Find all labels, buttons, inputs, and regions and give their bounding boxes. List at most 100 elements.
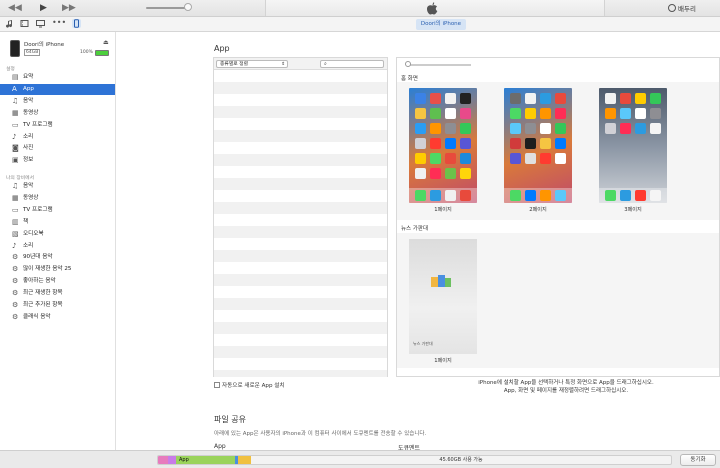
settings-item[interactable]: ♪ 소리 [0, 132, 115, 143]
app-icon[interactable] [510, 93, 521, 104]
app-icon[interactable] [605, 108, 616, 119]
app-icon[interactable] [510, 138, 521, 149]
app-icon[interactable] [540, 93, 551, 104]
settings-item[interactable]: ▣ 정보 [0, 155, 115, 166]
app-icon[interactable] [555, 93, 566, 104]
app-icon[interactable] [555, 123, 566, 134]
dock-app-icon[interactable] [510, 190, 521, 201]
app-icon[interactable] [540, 153, 551, 164]
app-icon[interactable] [445, 93, 456, 104]
settings-item[interactable]: ▭ TV 프로그램 [0, 120, 115, 131]
app-icon[interactable] [605, 93, 616, 104]
library-item[interactable]: ⚙ 많이 재생한 음악 25 [0, 264, 115, 275]
app-icon[interactable] [445, 168, 456, 179]
app-icon[interactable] [635, 123, 646, 134]
app-icon[interactable] [510, 123, 521, 134]
library-item[interactable]: ⚙ 좋아하는 음악 [0, 276, 115, 287]
home-page-3[interactable] [599, 88, 667, 203]
account-button[interactable]: 배두리 [668, 3, 696, 13]
sort-select[interactable]: 종류별로 정렬 ⇕ [216, 60, 288, 68]
dock-app-icon[interactable] [540, 190, 551, 201]
app-icon[interactable] [555, 138, 566, 149]
zoom-knob[interactable] [405, 61, 411, 67]
app-icon[interactable] [605, 123, 616, 134]
dock-app-icon[interactable] [620, 190, 631, 201]
library-item[interactable]: ▧ 오디오북 [0, 229, 115, 240]
app-icon[interactable] [415, 168, 426, 179]
movie-icon[interactable] [20, 19, 29, 28]
play-button[interactable]: ▶ [40, 2, 47, 14]
app-icon[interactable] [430, 153, 441, 164]
app-icon[interactable] [415, 138, 426, 149]
zoom-slider[interactable] [407, 64, 471, 66]
app-icon[interactable] [415, 153, 426, 164]
app-icon[interactable] [460, 93, 471, 104]
app-icon[interactable] [445, 123, 456, 134]
app-icon[interactable] [445, 108, 456, 119]
app-icon[interactable] [445, 138, 456, 149]
app-icon[interactable] [650, 123, 661, 134]
app-icon[interactable] [460, 168, 471, 179]
library-item[interactable]: ▭ TV 프로그램 [0, 205, 115, 216]
settings-item[interactable]: ▦ 동영상 [0, 108, 115, 119]
app-icon[interactable] [460, 108, 471, 119]
app-icon[interactable] [635, 108, 646, 119]
library-item[interactable]: ⚙ 90년대 음악 [0, 252, 115, 263]
app-icon[interactable] [415, 93, 426, 104]
volume-knob[interactable] [184, 3, 192, 11]
home-page-1[interactable] [409, 88, 477, 203]
device-tab[interactable]: Doori의 iPhone [416, 19, 466, 30]
dock-app-icon[interactable] [445, 190, 456, 201]
auto-install-checkbox[interactable]: 자동으로 새로운 App 설치 [214, 381, 285, 389]
dock-app-icon[interactable] [605, 190, 616, 201]
library-item[interactable]: ▦ 동영상 [0, 193, 115, 204]
app-list[interactable]: 종류별로 정렬 ⇕ ⌕ [213, 57, 388, 377]
dock-app-icon[interactable] [525, 190, 536, 201]
library-item[interactable]: ⚙ 최근 재생한 항목 [0, 288, 115, 299]
music-note-icon[interactable] [6, 19, 15, 28]
dock-app-icon[interactable] [430, 190, 441, 201]
settings-item[interactable]: ♫ 음악 [0, 96, 115, 107]
app-icon[interactable] [510, 153, 521, 164]
app-icon[interactable] [430, 93, 441, 104]
dock-app-icon[interactable] [555, 190, 566, 201]
app-icon[interactable] [555, 108, 566, 119]
app-icon[interactable] [525, 108, 536, 119]
settings-item[interactable]: A App [0, 83, 115, 95]
app-icon[interactable] [540, 123, 551, 134]
app-icon[interactable] [460, 123, 471, 134]
library-item[interactable]: ♫ 음악 [0, 181, 115, 192]
iphone-icon[interactable] [72, 19, 81, 28]
app-icon[interactable] [430, 138, 441, 149]
app-icon[interactable] [415, 108, 426, 119]
rewind-button[interactable]: ◀◀ [8, 2, 22, 14]
app-icon[interactable] [650, 93, 661, 104]
app-icon[interactable] [620, 123, 631, 134]
app-icon[interactable] [460, 153, 471, 164]
library-item[interactable]: ⚙ 최근 추가된 항목 [0, 300, 115, 311]
app-icon[interactable] [635, 93, 646, 104]
home-page-2[interactable] [504, 88, 572, 203]
app-icon[interactable] [555, 153, 566, 164]
app-icon[interactable] [540, 108, 551, 119]
device-header[interactable]: Doori의 iPhone 64GB 100% ⏏ [8, 38, 114, 60]
settings-item[interactable]: ▤ 요약 [0, 72, 115, 83]
app-icon[interactable] [540, 138, 551, 149]
app-icon[interactable] [525, 153, 536, 164]
app-icon[interactable] [430, 168, 441, 179]
dock-app-icon[interactable] [460, 190, 471, 201]
settings-item[interactable]: ◙ 사진 [0, 143, 115, 154]
app-icon[interactable] [415, 123, 426, 134]
sync-button[interactable]: 동기화 [680, 454, 716, 466]
library-item[interactable]: ▥ 책 [0, 217, 115, 228]
app-search-input[interactable]: ⌕ [320, 60, 384, 68]
app-icon[interactable] [430, 108, 441, 119]
fast-forward-button[interactable]: ▶▶ [62, 2, 76, 14]
tv-icon[interactable] [36, 19, 45, 28]
checkbox[interactable] [214, 382, 220, 388]
app-icon[interactable] [525, 138, 536, 149]
app-icon[interactable] [460, 138, 471, 149]
app-icon[interactable] [525, 93, 536, 104]
app-icon[interactable] [510, 108, 521, 119]
dock-app-icon[interactable] [650, 190, 661, 201]
